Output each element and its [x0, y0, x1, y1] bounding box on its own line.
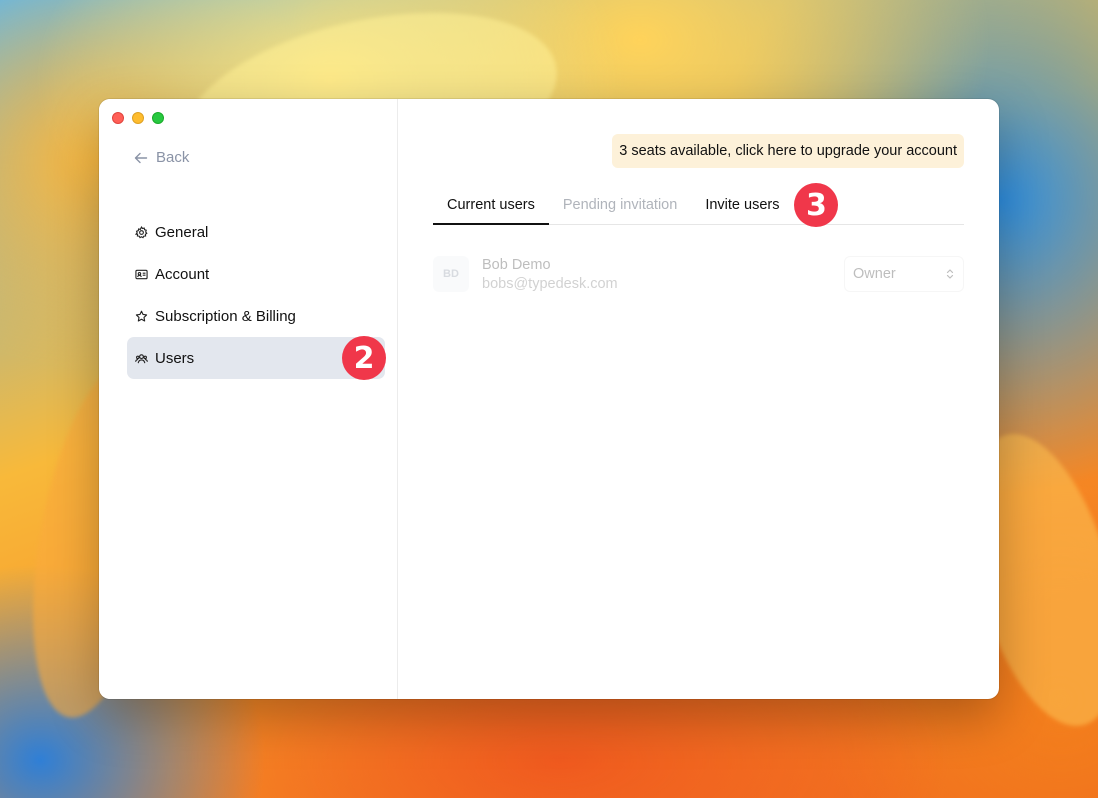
user-name: Bob Demo: [482, 256, 551, 273]
star-icon: [135, 310, 148, 322]
chevron-up-down-icon: [946, 269, 954, 279]
user-row: BD Bob Demo bobs@typedesk.com Owner: [433, 255, 964, 293]
gear-icon: [135, 225, 148, 238]
close-window-button[interactable]: [112, 112, 124, 124]
settings-window: Back General Account Subscription & Bill…: [99, 99, 999, 699]
tab-pending-invitation[interactable]: Pending invitation: [549, 186, 691, 224]
avatar: BD: [433, 256, 469, 292]
sidebar-item-subscription-billing[interactable]: Subscription & Billing: [127, 295, 385, 337]
users-icon: [135, 353, 148, 363]
sidebar-item-users[interactable]: Users 2: [127, 336, 386, 380]
back-label: Back: [156, 149, 190, 166]
upgrade-banner[interactable]: 3 seats available, click here to upgrade…: [612, 134, 964, 168]
role-select[interactable]: Owner: [844, 256, 964, 292]
sidebar-item-label: General: [155, 223, 209, 241]
arrow-left-icon: [134, 152, 148, 163]
id-card-icon: [135, 269, 148, 279]
step-badge: 3: [794, 183, 839, 227]
role-select-value: Owner: [853, 266, 896, 282]
user-info: Bob Demo bobs@typedesk.com: [482, 257, 618, 292]
window-controls: [112, 112, 164, 124]
step-badge-container: 3: [793, 183, 853, 227]
sidebar-item-label: Account: [155, 265, 210, 283]
users-tabs: Current users Pending invitation Invite …: [433, 183, 964, 227]
back-button[interactable]: Back: [134, 149, 189, 166]
step-badge: 2: [342, 336, 386, 380]
sidebar-item-label: Users: [155, 349, 195, 367]
sidebar: Back General Account Subscription & Bill…: [99, 99, 398, 699]
tab-current-users[interactable]: Current users: [433, 186, 549, 225]
sidebar-item-general[interactable]: General: [127, 211, 385, 253]
sidebar-item-label: Subscription & Billing: [155, 307, 296, 325]
minimize-window-button[interactable]: [132, 112, 144, 124]
user-email: bobs@typedesk.com: [482, 275, 618, 292]
main-panel: 3 seats available, click here to upgrade…: [398, 99, 999, 699]
sidebar-item-account[interactable]: Account: [127, 253, 385, 295]
settings-nav: General Account Subscription & Billing U…: [127, 211, 386, 380]
zoom-window-button[interactable]: [152, 112, 164, 124]
tab-invite-users[interactable]: Invite users: [691, 186, 793, 224]
